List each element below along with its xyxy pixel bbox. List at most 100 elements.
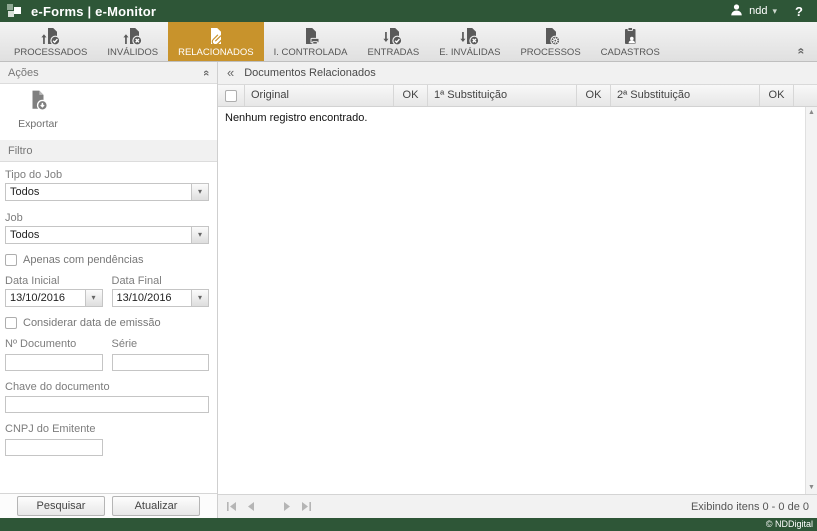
chevron-down-icon[interactable]: ▾ <box>85 290 102 306</box>
documento-label: Nº Documento <box>5 338 103 350</box>
column-header-spacer <box>794 85 817 106</box>
checkbox-icon <box>225 90 237 102</box>
filter-title: Filtro <box>8 145 32 157</box>
filter-form: Tipo do Job Todos ▾ Job Todos ▾ Apenas c… <box>0 162 217 493</box>
data-final-label: Data Final <box>112 275 210 287</box>
sidebar: Ações « Exportar Filtro Tipo do Job Todo… <box>0 62 218 518</box>
column-header-ok-1[interactable]: OK <box>394 85 428 106</box>
tipo-do-job-label: Tipo do Job <box>5 169 209 181</box>
column-header-ok-3[interactable]: OK <box>760 85 794 106</box>
app-logo-icon <box>6 3 22 19</box>
toolbar-item-label: RELACIONADOS <box>178 47 254 58</box>
data-inicial-label: Data Inicial <box>5 275 103 287</box>
checkbox-icon <box>5 317 17 329</box>
top-header: e-Forms | e-Monitor ndd ▾ ? <box>0 0 817 22</box>
toolbar-item-relacionados[interactable]: RELACIONADOS <box>168 22 264 61</box>
serie-label: Série <box>112 338 210 350</box>
export-doc-icon <box>27 89 49 116</box>
sidebar-footer: Pesquisar Atualizar <box>0 493 217 518</box>
chevron-down-icon[interactable]: ▾ <box>191 227 208 243</box>
documento-input[interactable] <box>5 354 103 371</box>
user-name: ndd <box>749 5 767 17</box>
job-select[interactable]: Todos ▾ <box>5 226 209 244</box>
vertical-scrollbar[interactable]: ▲ ▼ <box>805 107 817 494</box>
actions-title: Ações <box>8 67 39 79</box>
toolbar-item-processados[interactable]: PROCESSADOS <box>4 22 97 61</box>
toolbar-item-cadastros[interactable]: CADASTROS <box>591 22 670 61</box>
doc-paperclip-icon <box>206 26 226 46</box>
chave-documento-input[interactable] <box>5 396 209 413</box>
toolbar-item-label: E. INVÁLIDAS <box>439 47 500 58</box>
double-chevron-left-icon[interactable]: « <box>227 65 234 80</box>
select-all-checkbox[interactable] <box>218 85 245 106</box>
main-toolbar: PROCESSADOS INVÁLIDOS RELACIONADOS I. CONTR… <box>0 22 817 62</box>
column-header-1a-substituicao[interactable]: 1ª Substituição <box>428 85 577 106</box>
toolbar-collapse-button[interactable]: « <box>798 46 805 56</box>
pagination-status: Exibindo itens 0 - 0 de 0 <box>691 501 809 513</box>
panel-title: Documentos Relacionados <box>244 67 375 79</box>
actions-body: Exportar <box>0 84 217 140</box>
pesquisar-button[interactable]: Pesquisar <box>17 496 105 516</box>
column-header-ok-2[interactable]: OK <box>577 85 611 106</box>
caret-down-icon: ▾ <box>773 6 778 17</box>
actions-collapse-button[interactable]: « <box>203 67 209 79</box>
toolbar-item-label: PROCESSOS <box>520 47 580 58</box>
page-next-button[interactable] <box>283 501 292 512</box>
filter-panel-header: Filtro <box>0 140 217 162</box>
user-menu[interactable]: ndd ▾ <box>729 3 777 20</box>
toolbar-item-processos[interactable]: PROCESSOS <box>510 22 590 61</box>
column-header-original[interactable]: Original <box>245 85 394 106</box>
tipo-do-job-select[interactable]: Todos ▾ <box>5 183 209 201</box>
scroll-down-button[interactable]: ▼ <box>806 482 817 494</box>
data-final-datefield[interactable]: 13/10/2016 ▾ <box>112 289 210 307</box>
toolbar-item-inválidos[interactable]: INVÁLIDOS <box>97 22 168 61</box>
scroll-up-button[interactable]: ▲ <box>806 107 817 119</box>
considerar-emissao-checkbox[interactable]: Considerar data de emissão <box>5 317 209 329</box>
panel-header: « Documentos Relacionados <box>218 62 817 85</box>
cnpj-label: CNPJ do Emitente <box>5 423 209 435</box>
empty-message: Nenhum registro encontrado. <box>218 107 817 124</box>
cnpj-emitente-input[interactable] <box>5 439 103 456</box>
toolbar-item-label: INVÁLIDOS <box>107 47 158 58</box>
app-title: e-Forms | e-Monitor <box>31 4 156 19</box>
toolbar-item-i-controlada[interactable]: I. CONTROLADA <box>264 22 358 61</box>
data-inicial-datefield[interactable]: 13/10/2016 ▾ <box>5 289 103 307</box>
toolbar-item-label: CADASTROS <box>601 47 660 58</box>
toolbar-item-label: PROCESSADOS <box>14 47 87 58</box>
chave-label: Chave do documento <box>5 381 209 393</box>
atualizar-button[interactable]: Atualizar <box>112 496 200 516</box>
apenas-pendencias-checkbox[interactable]: Apenas com pendências <box>5 254 209 266</box>
table-body: Nenhum registro encontrado. ▲ ▼ <box>218 107 817 494</box>
app-footer: © NDDigital <box>0 518 817 531</box>
doc-download-x-icon <box>460 26 480 46</box>
export-button[interactable]: Exportar <box>12 89 64 130</box>
actions-panel-header: Ações « <box>0 62 217 84</box>
content-area: Ações « Exportar Filtro Tipo do Job Todo… <box>0 62 817 518</box>
job-label: Job <box>5 212 209 224</box>
export-label: Exportar <box>18 118 58 130</box>
help-button[interactable]: ? <box>795 4 803 19</box>
page-prev-button[interactable] <box>246 501 255 512</box>
doc-download-check-icon <box>383 26 403 46</box>
chevron-down-icon[interactable]: ▾ <box>191 290 208 306</box>
page-first-button[interactable] <box>226 501 237 512</box>
clipboard-person-icon <box>620 26 640 46</box>
checkbox-icon <box>5 254 17 266</box>
toolbar-item-e-inválidas[interactable]: E. INVÁLIDAS <box>429 22 510 61</box>
toolbar-item-entradas[interactable]: ENTRADAS <box>357 22 429 61</box>
page-last-button[interactable] <box>301 501 312 512</box>
copyright-text: © NDDigital <box>766 519 813 529</box>
doc-printer-icon <box>301 26 321 46</box>
main-panel: « Documentos Relacionados Original OK 1ª… <box>218 62 817 518</box>
app-window: e-Forms | e-Monitor ndd ▾ ? PROCESSADOS I… <box>0 0 817 531</box>
serie-input[interactable] <box>112 354 210 371</box>
toolbar-item-label: I. CONTROLADA <box>274 47 348 58</box>
toolbar-item-label: ENTRADAS <box>367 47 419 58</box>
doc-gear-icon <box>541 26 561 46</box>
pagination-bar: Exibindo itens 0 - 0 de 0 <box>218 494 817 518</box>
user-icon <box>729 3 744 20</box>
table-header: Original OK 1ª Substituição OK 2ª Substi… <box>218 85 817 107</box>
chevron-down-icon[interactable]: ▾ <box>191 184 208 200</box>
column-header-2a-substituicao[interactable]: 2ª Substituição <box>611 85 760 106</box>
doc-upload-x-icon <box>123 26 143 46</box>
